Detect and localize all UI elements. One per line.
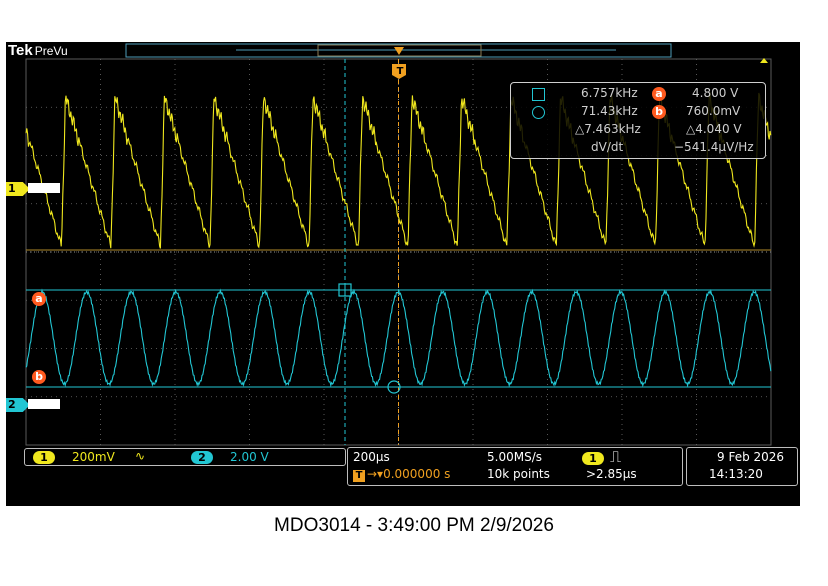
circle-cursor-icon xyxy=(532,106,545,119)
ch1-scale[interactable]: 200mV xyxy=(72,450,115,464)
square-cursor-icon xyxy=(532,88,545,101)
ch2-badge[interactable]: 2 xyxy=(191,451,213,464)
delta-freq-value: △7.463kHz xyxy=(575,122,641,136)
time-display: 14:13:20 xyxy=(709,467,763,481)
cursor-b-badge: b xyxy=(652,105,666,119)
brand-logo: Tek xyxy=(8,42,33,59)
delay-t-icon: T xyxy=(353,470,365,482)
cursor-a-badge: a xyxy=(652,87,666,101)
trigger-source-badge[interactable]: 1 xyxy=(582,452,604,465)
ch1-coupling-icon: ∿ xyxy=(135,449,146,463)
sample-rate: 5.00MS/s xyxy=(487,450,542,464)
ch2-scale[interactable]: 2.00 V xyxy=(230,450,269,464)
delay-value[interactable]: →▾0.000000 s xyxy=(367,467,450,481)
dvdt-value: −541.4µV/Hz xyxy=(674,140,754,154)
ch2-label-redacted xyxy=(28,399,60,409)
pulse-trigger-icon: ⎍ xyxy=(610,447,622,466)
record-length: 10k points xyxy=(487,467,550,481)
freq-a-value: 6.757kHz xyxy=(581,86,638,100)
cursor-readout-panel: 6.757kHz a 4.800 V 71.43kHz b 760.0mV △7… xyxy=(510,82,766,159)
volt-b-value: 760.0mV xyxy=(686,104,741,118)
ch1-badge[interactable]: 1 xyxy=(33,451,55,464)
trigger-t-label: T xyxy=(396,66,404,77)
freq-b-value: 71.43kHz xyxy=(581,104,638,118)
cursor-b-level-marker[interactable]: b xyxy=(32,370,46,384)
screenshot-caption: MDO3014 - 3:49:00 PM 2/9/2026 xyxy=(274,515,554,536)
timebase-value[interactable]: 200µs xyxy=(353,450,390,464)
ch1-label-redacted xyxy=(28,183,60,193)
horizontal-settings-bar[interactable]: 200µs T →▾0.000000 s 5.00MS/s 10k points… xyxy=(347,447,683,486)
oscilloscope-screen: Tek PreVu T 6.757kHz a 4.800 V 71.43kHz b… xyxy=(6,42,800,506)
date-display: 9 Feb 2026 xyxy=(717,450,785,464)
datetime-bar: 9 Feb 2026 14:13:20 xyxy=(686,447,798,486)
delta-volt-value: △4.040 V xyxy=(686,122,742,136)
dvdt-label: dV/dt xyxy=(591,140,624,154)
trigger-level[interactable]: >2.85µs xyxy=(586,467,637,481)
acquisition-mode: PreVu xyxy=(34,44,68,58)
vertical-settings-bar[interactable]: 1 200mV ∿ 2 2.00 V xyxy=(24,448,346,466)
cursor-a-level-marker[interactable]: a xyxy=(32,292,46,306)
volt-a-value: 4.800 V xyxy=(692,86,739,100)
brand-header: Tek PreVu xyxy=(8,42,68,60)
